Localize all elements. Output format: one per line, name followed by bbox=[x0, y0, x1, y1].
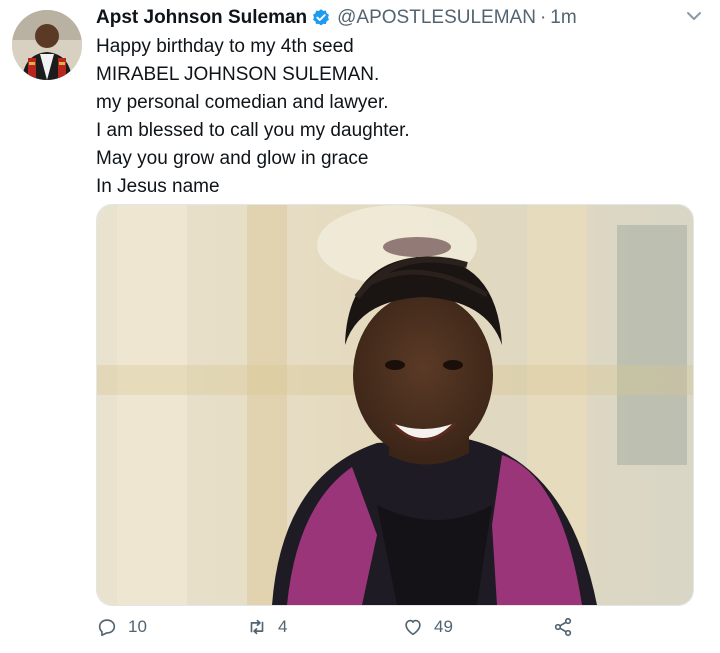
tweet-header: Apst Johnson Suleman @APOSTLESULEMAN · 1… bbox=[96, 4, 680, 32]
share-icon bbox=[554, 617, 572, 637]
timestamp[interactable]: 1m bbox=[550, 7, 576, 29]
chevron-down-icon[interactable] bbox=[684, 6, 704, 26]
avatar[interactable] bbox=[12, 10, 82, 80]
tweet-line: MIRABEL JOHNSON SULEMAN. bbox=[96, 64, 380, 85]
tweet-actions: 10 4 49 bbox=[96, 616, 696, 644]
reply-count: 10 bbox=[128, 617, 147, 636]
retweet-button[interactable]: 4 bbox=[246, 616, 287, 638]
share-button[interactable] bbox=[552, 616, 584, 638]
tweet-line: Happy birthday to my 4th seed bbox=[96, 36, 354, 57]
retweet-icon bbox=[250, 619, 264, 635]
like-button[interactable]: 49 bbox=[402, 616, 453, 638]
avatar-image bbox=[12, 10, 82, 80]
heart-icon bbox=[405, 619, 421, 636]
verified-badge-icon bbox=[311, 8, 331, 28]
separator-dot: · bbox=[539, 7, 547, 28]
retweet-count: 4 bbox=[278, 617, 288, 636]
user-handle[interactable]: @APOSTLESULEMAN bbox=[337, 7, 536, 29]
photo-image bbox=[97, 205, 693, 605]
tweet-line: I am blessed to call you my daughter. bbox=[96, 120, 410, 141]
tweet-line: May you grow and glow in grace bbox=[96, 148, 369, 169]
tweet-text: Happy birthday to my 4th seed MIRABEL JO… bbox=[96, 33, 696, 201]
tweet-photo[interactable] bbox=[96, 204, 694, 606]
reply-icon bbox=[98, 619, 116, 637]
tweet-line: my personal comedian and lawyer. bbox=[96, 92, 389, 113]
display-name[interactable]: Apst Johnson Suleman bbox=[96, 7, 307, 29]
tweet-line: In Jesus name bbox=[96, 176, 220, 197]
like-count: 49 bbox=[434, 617, 453, 636]
reply-button[interactable]: 10 bbox=[96, 616, 147, 638]
